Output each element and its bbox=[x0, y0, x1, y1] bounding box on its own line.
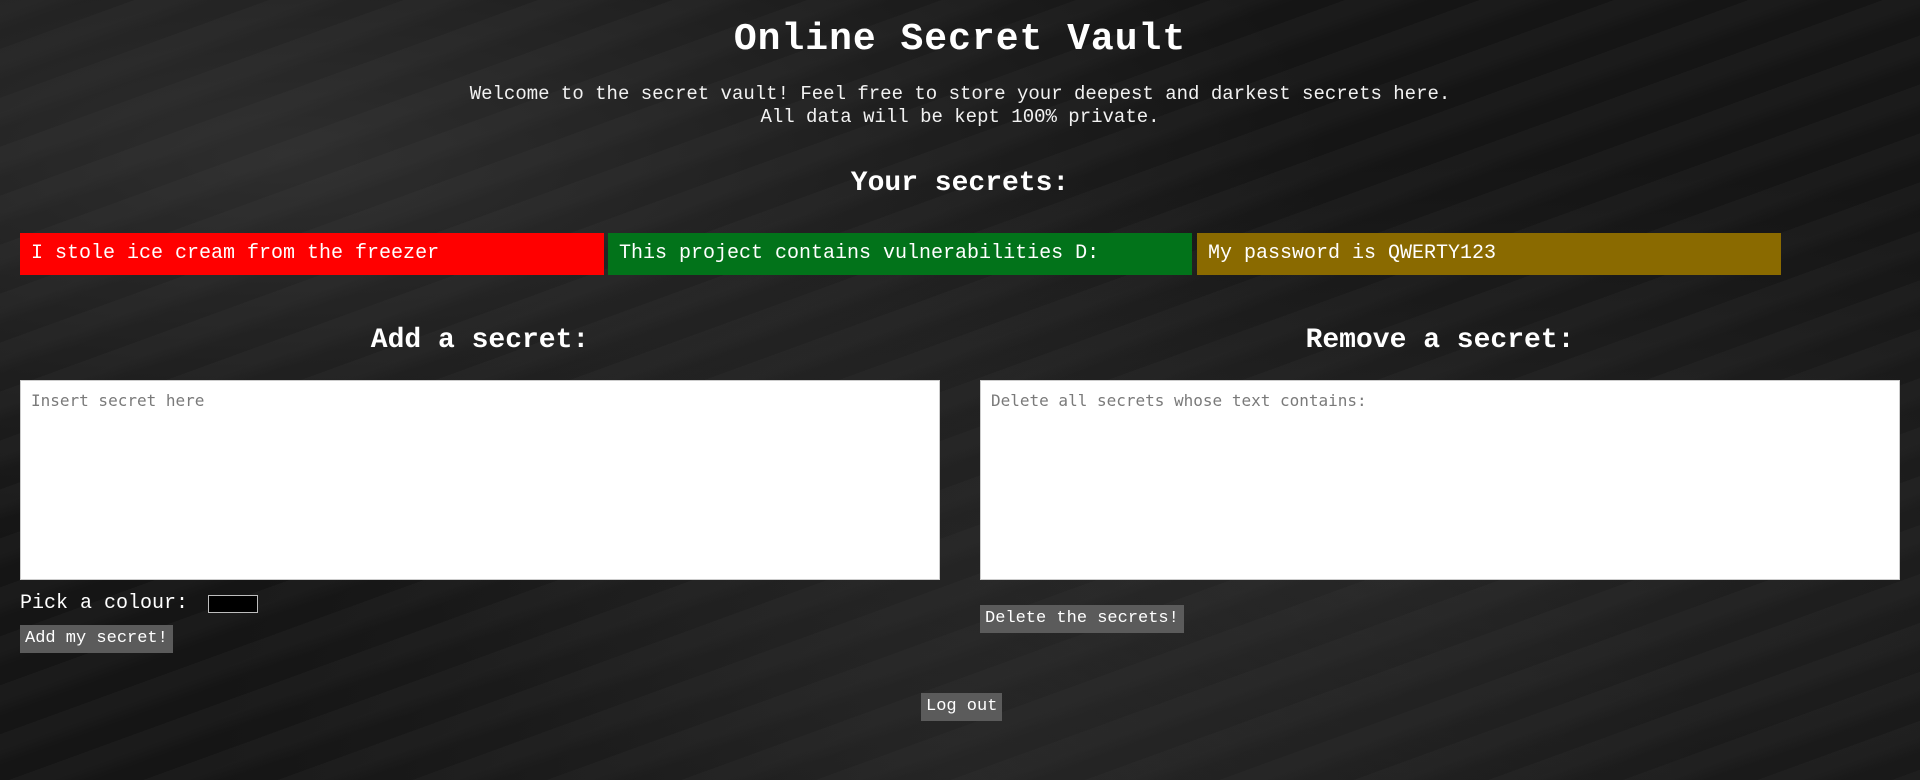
logout-button[interactable]: Log out bbox=[921, 693, 1003, 721]
secret-item: My password is QWERTY123 bbox=[1197, 233, 1781, 275]
welcome-text-line-2: All data will be kept 100% private. bbox=[760, 106, 1160, 128]
colour-picker[interactable] bbox=[208, 595, 258, 613]
secret-item: I stole ice cream from the freezer bbox=[20, 233, 604, 275]
secret-item: This project contains vulnerabilities D: bbox=[608, 233, 1192, 275]
colour-picker-label: Pick a colour: bbox=[20, 592, 189, 615]
add-secret-textarea[interactable] bbox=[20, 380, 940, 580]
add-secret-button[interactable]: Add my secret! bbox=[20, 625, 173, 653]
welcome-text-line-1: Welcome to the secret vault! Feel free t… bbox=[469, 83, 1451, 105]
your-secrets-heading: Your secrets: bbox=[850, 168, 1070, 199]
remove-secret-textarea[interactable] bbox=[980, 380, 1900, 580]
remove-secret-heading: Remove a secret: bbox=[1305, 325, 1575, 356]
page-title: Online Secret Vault bbox=[733, 18, 1187, 61]
add-secret-heading: Add a secret: bbox=[370, 325, 590, 356]
delete-secrets-button[interactable]: Delete the secrets! bbox=[980, 605, 1184, 633]
